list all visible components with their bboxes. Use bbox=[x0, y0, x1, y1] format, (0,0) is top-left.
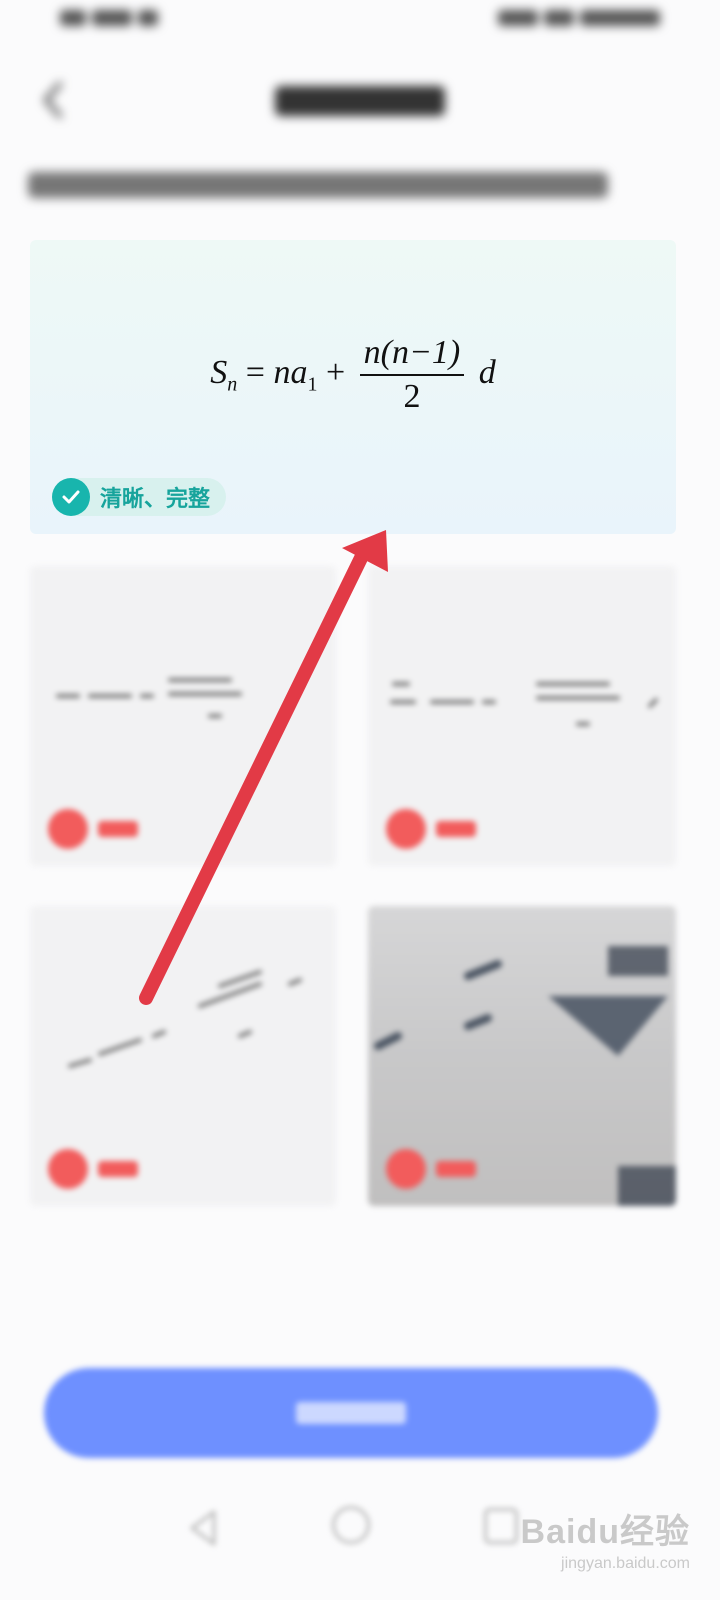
watermark-url: jingyan.baidu.com bbox=[561, 1555, 690, 1572]
cross-icon bbox=[386, 1149, 426, 1189]
bad-example-card bbox=[368, 566, 676, 866]
cross-icon bbox=[48, 1149, 88, 1189]
bad-badge bbox=[386, 809, 492, 849]
nav-back-icon[interactable] bbox=[186, 1508, 220, 1548]
cross-icon bbox=[48, 809, 88, 849]
watermark-brand: Baidu经验 bbox=[520, 1513, 690, 1551]
fraction: n(n−1) 2 bbox=[359, 334, 465, 416]
battery-time-icons bbox=[450, 10, 660, 34]
bad-example-card bbox=[368, 906, 676, 1206]
nav-recent-icon[interactable] bbox=[484, 1508, 518, 1544]
bad-badge bbox=[48, 1149, 154, 1189]
status-bar bbox=[0, 0, 720, 52]
nav-home-icon[interactable] bbox=[332, 1506, 370, 1544]
blurry-formula-image bbox=[50, 666, 310, 753]
good-example-card: Sn = na1 + n(n−1) 2 d 清晰、完整 bbox=[30, 240, 676, 534]
bad-badge bbox=[48, 809, 154, 849]
check-icon bbox=[52, 478, 90, 516]
page-title bbox=[0, 80, 720, 117]
formula: Sn = na1 + n(n−1) 2 d bbox=[210, 334, 496, 416]
header bbox=[0, 60, 720, 140]
bad-example-card bbox=[30, 906, 336, 1206]
clear-complete-badge: 清晰、完整 bbox=[52, 478, 227, 516]
instruction-text bbox=[28, 172, 608, 205]
watermark: Baidu经验 jingyan.baidu.com bbox=[521, 1504, 690, 1573]
badge-label: 清晰、完整 bbox=[100, 486, 211, 511]
cross-icon bbox=[386, 809, 426, 849]
start-button[interactable] bbox=[44, 1368, 658, 1458]
tilted-formula-image bbox=[50, 946, 320, 1093]
bad-badge bbox=[386, 1149, 492, 1189]
signal-icons bbox=[60, 10, 190, 34]
cropped-formula-image bbox=[388, 666, 668, 763]
bad-example-card bbox=[30, 566, 336, 866]
